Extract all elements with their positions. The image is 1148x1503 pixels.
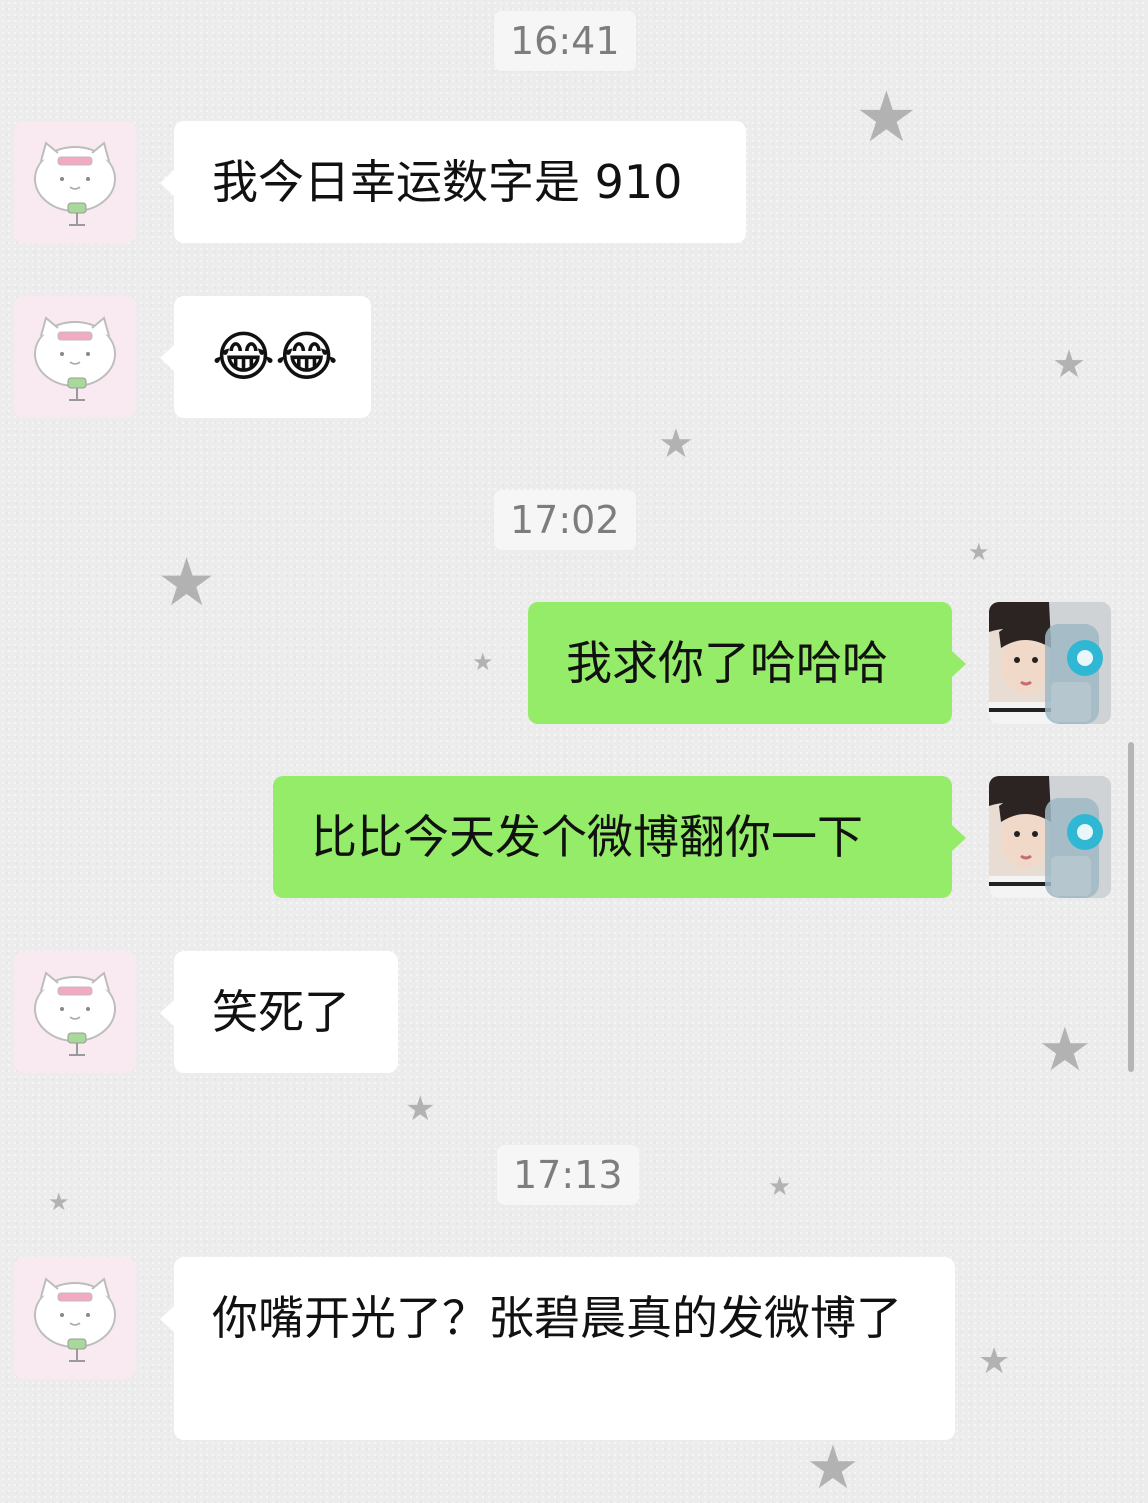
message-bubble-sent[interactable]: 比比今天发个微博翻你一下: [273, 776, 966, 898]
message-text: 笑死了: [212, 985, 350, 1039]
message-text: 我今日幸运数字是 910: [212, 155, 683, 209]
contact-avatar[interactable]: [14, 1257, 136, 1379]
self-avatar[interactable]: [989, 602, 1111, 724]
message-bubble-received[interactable]: 我今日幸运数字是 910: [160, 121, 746, 243]
message-text: 你嘴开光了？张碧晨真的发微博了: [212, 1291, 902, 1345]
self-avatar[interactable]: [989, 776, 1111, 898]
contact-avatar[interactable]: [14, 951, 136, 1073]
message-bubble-received[interactable]: 笑死了: [160, 951, 398, 1073]
scrollbar[interactable]: [1128, 742, 1134, 1072]
message-text: 比比今天发个微博翻你一下: [311, 810, 863, 864]
cat-avatar-icon: [34, 1277, 116, 1362]
profile-photo: [989, 776, 1111, 898]
cat-avatar-icon: [34, 971, 116, 1056]
star-icon: ★: [978, 1341, 1011, 1382]
message-bubble-received[interactable]: 😂😂: [160, 296, 371, 418]
message-bubble-received[interactable]: 你嘴开光了？张碧晨真的发微博了: [160, 1257, 955, 1440]
star-icon: ★: [658, 421, 694, 467]
cat-avatar-icon: [34, 316, 116, 401]
message-bubble-sent[interactable]: 我求你了哈哈哈: [528, 602, 966, 724]
timestamp: 16:41: [494, 11, 636, 71]
profile-photo: [989, 602, 1111, 724]
star-icon: ★: [768, 1172, 792, 1202]
star-icon: ★: [855, 76, 918, 158]
contact-avatar[interactable]: [14, 121, 136, 243]
timestamp: 17:02: [494, 490, 636, 550]
cat-avatar-icon: [34, 141, 116, 226]
star-icon: ★: [157, 544, 217, 621]
message-text: 我求你了哈哈哈: [566, 636, 888, 690]
contact-avatar[interactable]: [14, 296, 136, 418]
message-text: 😂😂: [212, 325, 339, 388]
star-icon: ★: [48, 1188, 70, 1216]
star-icon: ★: [968, 538, 990, 566]
star-icon: ★: [1052, 342, 1087, 386]
timestamp: 17:13: [497, 1145, 639, 1205]
star-icon: ★: [405, 1089, 436, 1129]
star-icon: ★: [1038, 1015, 1092, 1085]
star-icon: ★: [806, 1433, 860, 1503]
star-icon: ★: [472, 648, 494, 676]
